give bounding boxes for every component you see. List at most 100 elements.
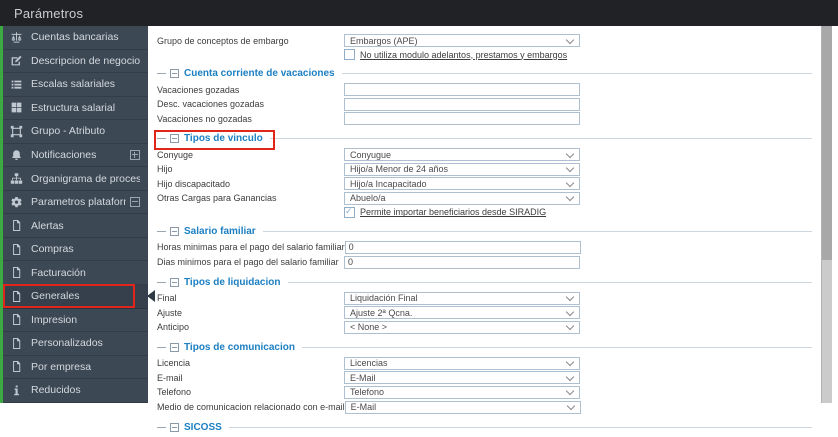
- file-icon: [10, 266, 25, 279]
- field-label: Vacaciones no gozadas: [157, 113, 252, 124]
- field-label: Telefono: [157, 387, 192, 398]
- edit-icon: [10, 54, 25, 67]
- sidebar-item-facturaci-n[interactable]: Facturación: [3, 261, 148, 286]
- sidebar-item-generales[interactable]: Generales: [3, 284, 155, 309]
- section-title: SICOSS: [184, 421, 222, 433]
- section-rule: [341, 73, 812, 74]
- bell-icon: [10, 149, 25, 162]
- checkbox-row: No utiliza modulo adelantos, prestamos y…: [157, 49, 812, 60]
- dropdown-otras-cargas-para-ganancias[interactable]: Abuelo/a: [344, 191, 580, 205]
- sidebar-item-estructura-salarial[interactable]: Estructura salarial: [3, 97, 148, 121]
- dropdown-grupo-de-conceptos-de-embargo[interactable]: Embargos (APE): [344, 34, 580, 47]
- sidebar-item-grupo-atributo[interactable]: Grupo - Atributo: [3, 120, 148, 144]
- section-title: Cuenta corriente de vacaciones: [184, 68, 335, 79]
- sidebar-item-impresion[interactable]: Impresion: [3, 309, 148, 333]
- checkbox-link[interactable]: No utiliza modulo adelantos, prestamos y…: [360, 50, 567, 60]
- sidebar-item-personalizados[interactable]: Personalizados: [3, 332, 148, 356]
- sidebar-item-alertas[interactable]: Alertas: [3, 214, 148, 238]
- form-row: Desc. vacaciones gozadas: [157, 97, 812, 111]
- sidebar-item-compras[interactable]: Compras: [3, 238, 148, 262]
- dropdown-medio-de-comunicacion-relacionado-con-e-mail[interactable]: E-Mail: [344, 400, 581, 414]
- collapse-icon[interactable]: [170, 69, 179, 78]
- field-control: Liquidación Final: [344, 291, 580, 305]
- scrollbar-thumb[interactable]: [822, 26, 832, 260]
- dropdown-conyuge[interactable]: Conyugue: [344, 148, 580, 162]
- field-control: Abuelo/a: [344, 191, 580, 205]
- topbar: Parámetros: [0, 0, 838, 26]
- checkbox-link[interactable]: Permite importar beneficiarios desde SIR…: [360, 207, 546, 217]
- sidebar-item-label: Parametros plataforma: [31, 196, 126, 209]
- dropdown-licencia[interactable]: Licencias: [344, 356, 580, 370]
- section-dash: [157, 346, 166, 348]
- form-row: Vacaciones no gozadas: [157, 112, 812, 126]
- dropdown-hijo-discapacitado[interactable]: Hijo/a Incapacitado: [344, 177, 580, 191]
- section-title: Tipos de comunicacion: [184, 341, 295, 353]
- sidebar-nav: Cuentas bancarias Descripcion de negocio E…: [0, 26, 155, 403]
- text-input-horas-minimas-para-el-pago-del-salario-familiar[interactable]: [344, 240, 581, 254]
- section-header-cuenta-corriente-de-vacaciones: Cuenta corriente de vacaciones: [157, 67, 812, 80]
- dropdown-telefono[interactable]: Telefono: [344, 385, 580, 399]
- checkbox-row: Permite importar beneficiarios desde SIR…: [157, 206, 812, 218]
- chevron-down-icon: [566, 401, 575, 411]
- field-control: < None >: [344, 320, 580, 334]
- sidebar-item-cuentas-bancarias[interactable]: Cuentas bancarias: [3, 26, 148, 50]
- dropdown-hijo[interactable]: Hijo/a Menor de 24 años: [344, 162, 580, 176]
- section-rule: [228, 426, 812, 428]
- section-rule: [262, 230, 812, 232]
- sidebar-item-label: Personalizados: [31, 337, 103, 350]
- checkbox[interactable]: [344, 206, 355, 218]
- section-header-tipos-de-liquidacion: Tipos de liquidacion: [157, 276, 812, 289]
- chevron-down-icon: [565, 149, 575, 158]
- field-label: Otras Cargas para Ganancias: [157, 193, 277, 204]
- form-row: Anticipo < None >: [157, 320, 812, 334]
- dropdown-value: Hijo/a Incapacitado: [350, 178, 427, 189]
- dropdown-value: < None >: [350, 322, 388, 333]
- checkbox[interactable]: [344, 49, 355, 60]
- collapse-icon[interactable]: [170, 342, 179, 352]
- sidebar-item-escalas-salariales[interactable]: Escalas salariales: [3, 73, 148, 97]
- section-dash: [157, 230, 166, 232]
- file-icon: [10, 360, 25, 373]
- sidebar-item-por-empresa[interactable]: Por empresa: [3, 356, 148, 380]
- sidebar-item-reducidos[interactable]: Reducidos: [3, 379, 148, 403]
- text-input-vacaciones-gozadas[interactable]: [344, 83, 580, 96]
- expand-icon[interactable]: [130, 150, 140, 160]
- collapse-icon[interactable]: [170, 277, 179, 287]
- sidebar-item-label: Facturación: [31, 266, 86, 279]
- text-input-dias-minimos-para-el-pago-del-salario-familiar[interactable]: [344, 255, 580, 269]
- field-label: Licencia: [157, 358, 191, 369]
- sidebar-item-descripcion-de-negocio[interactable]: Descripcion de negocio: [3, 50, 148, 74]
- field-label: Hijo discapacitado: [157, 178, 231, 189]
- dropdown-ajuste[interactable]: Ajuste 2ª Qcna.: [344, 306, 580, 320]
- dropdown-anticipo[interactable]: < None >: [344, 320, 580, 334]
- section-header-tipos-de-comunicacion: Tipos de comunicacion: [157, 341, 812, 354]
- collapse-icon[interactable]: [130, 197, 140, 208]
- sidebar-item-parametros-plataforma[interactable]: Parametros plataforma: [3, 191, 148, 215]
- checkbox-control: Permite importar beneficiarios desde SIR…: [344, 206, 580, 218]
- form-row: Telefono Telefono: [157, 385, 812, 399]
- file-icon: [10, 337, 25, 350]
- section-dash: [157, 138, 166, 140]
- checkbox-control: No utiliza modulo adelantos, prestamos y…: [344, 49, 580, 60]
- collapse-icon[interactable]: [170, 134, 179, 144]
- dropdown-e-mail[interactable]: E-Mail: [344, 371, 580, 385]
- field-label: Horas minimas para el pago del salario f…: [157, 242, 345, 253]
- form-row: Final Liquidación Final: [157, 291, 812, 305]
- text-input-desc-vacaciones-gozadas[interactable]: [344, 97, 580, 111]
- collapse-icon[interactable]: [170, 422, 179, 432]
- sidebar-item-notificaciones[interactable]: Notificaciones: [3, 144, 148, 168]
- dropdown-value: Hijo/a Menor de 24 años: [350, 164, 449, 175]
- dropdown-final[interactable]: Liquidación Final: [344, 291, 580, 305]
- sidebar-item-organigrama-de-procesos[interactable]: Organigrama de procesos: [3, 167, 148, 191]
- form-row: Licencia Licencias: [157, 356, 812, 370]
- vertical-scrollbar[interactable]: [821, 26, 832, 403]
- form-row: Otras Cargas para Ganancias Abuelo/a: [157, 191, 812, 205]
- text-input-vacaciones-no-gozadas[interactable]: [344, 112, 580, 126]
- dropdown-value: Embargos (APE): [350, 35, 418, 46]
- field-control: [344, 112, 580, 126]
- section-dash: [157, 73, 166, 74]
- collapse-icon[interactable]: [170, 226, 179, 236]
- section-title: Salario familiar: [184, 225, 256, 237]
- page-title: Parámetros: [14, 5, 84, 21]
- field-label: Hijo: [157, 164, 173, 175]
